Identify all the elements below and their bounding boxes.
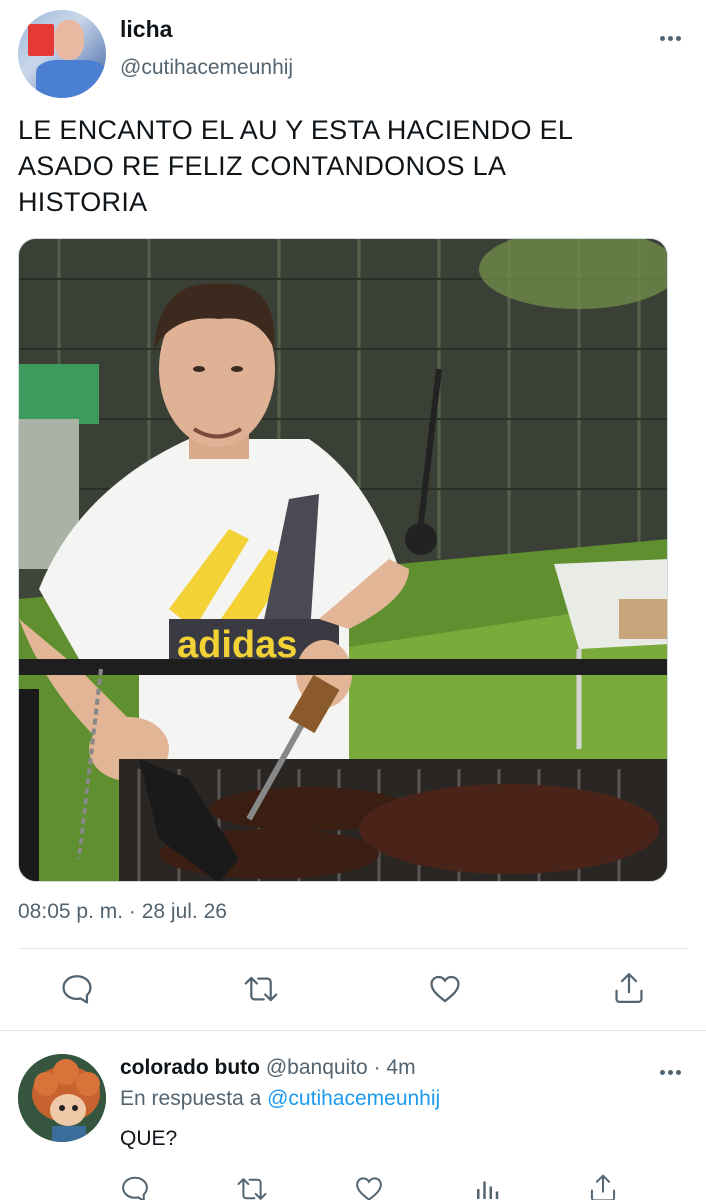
section-divider (0, 1030, 706, 1031)
photo-illustration: adidas (19, 239, 667, 881)
avatar-red-card (28, 24, 54, 56)
heart-icon[interactable] (428, 972, 462, 1006)
tweet-text: LE ENCANTO EL AU Y ESTA HACIENDO EL ASAD… (18, 112, 678, 220)
divider (18, 948, 688, 949)
reply-mention-link[interactable]: @cutihacemeunhij (267, 1087, 440, 1110)
reply-handle-time[interactable]: @banquito · 4m (266, 1056, 416, 1079)
share-icon[interactable] (588, 1172, 618, 1200)
reply-icon[interactable] (60, 972, 94, 1006)
reply-text: QUE? (120, 1127, 178, 1150)
avatar-face (54, 20, 84, 60)
tweet-text-line: LE ENCANTO EL AU Y ESTA HACIENDO EL (18, 115, 574, 145)
reply-user-avatar[interactable] (18, 1054, 106, 1142)
avatar-shirt (36, 60, 106, 98)
user-handle[interactable]: @cutihacemeunhij (120, 56, 293, 80)
more-horizontal-icon[interactable] (650, 1060, 690, 1084)
reply-context: En respuesta a @cutihacemeunhij (120, 1087, 440, 1111)
share-icon[interactable] (612, 970, 646, 1006)
more-horizontal-icon[interactable] (650, 26, 690, 50)
reply-prefix: En respuesta a (120, 1087, 262, 1110)
user-avatar[interactable] (18, 10, 106, 98)
display-name[interactable]: licha (120, 16, 172, 43)
reply-icon[interactable] (120, 1174, 150, 1200)
tweet-text-line: ASADO RE FELIZ CONTANDONOS LA (18, 151, 507, 181)
heart-icon[interactable] (354, 1174, 384, 1200)
tweet-timestamp[interactable]: 08:05 p. m. · 28 jul. 26 (18, 900, 227, 924)
reply-header: colorado buto @banquito · 4m (120, 1056, 416, 1080)
tweet-text-line: HISTORIA (18, 187, 148, 217)
retweet-icon[interactable] (243, 972, 279, 1006)
tweet-photo[interactable]: adidas (18, 238, 668, 882)
avatar-cartoon (18, 1054, 106, 1142)
analytics-icon[interactable] (472, 1174, 502, 1200)
retweet-icon[interactable] (236, 1174, 268, 1200)
reply-display-name[interactable]: colorado buto (120, 1056, 260, 1079)
